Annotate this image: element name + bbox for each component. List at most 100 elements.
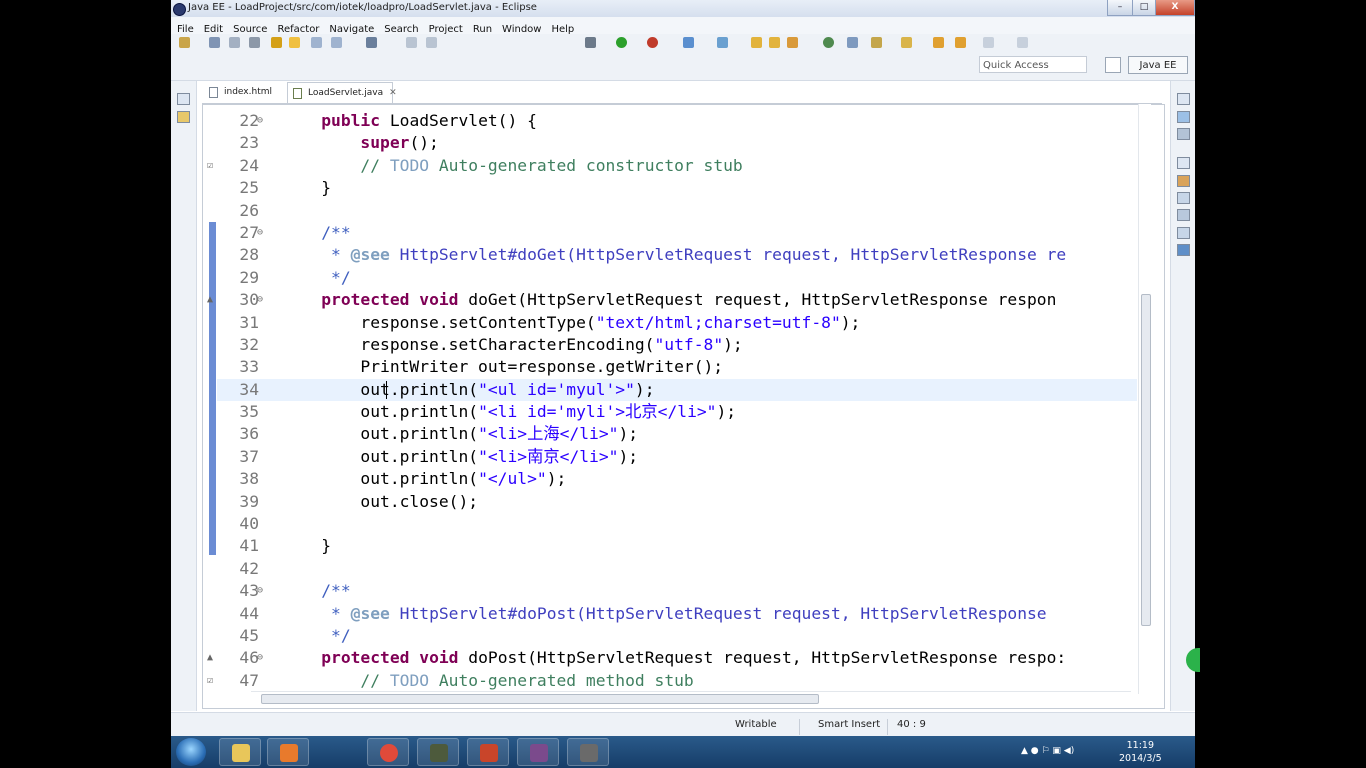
- web-browser-icon[interactable]: [823, 37, 834, 48]
- clock-date: 2014/3/5: [1119, 753, 1162, 764]
- taskbar-app-chrome[interactable]: [367, 738, 409, 766]
- code-line[interactable]: 44 * @see HttpServlet#doPost(HttpServlet…: [217, 603, 1137, 625]
- code-line[interactable]: 28 * @see HttpServlet#doGet(HttpServletR…: [217, 244, 1137, 266]
- taskbar-app-powerpoint[interactable]: [467, 738, 509, 766]
- close-tab-icon[interactable]: ✕: [389, 88, 397, 98]
- outline-icon[interactable]: [1177, 111, 1190, 123]
- servers-icon[interactable]: [1177, 209, 1190, 221]
- fold-toggle-icon[interactable]: ⊖: [257, 647, 263, 669]
- forward-icon[interactable]: [426, 37, 437, 48]
- external-tools-icon[interactable]: [717, 37, 728, 48]
- taskbar-clock[interactable]: 11:19 2014/3/5: [1119, 739, 1162, 765]
- restore-bottom-icon[interactable]: [1177, 157, 1190, 169]
- new-icon[interactable]: [179, 37, 190, 48]
- quick-access-input[interactable]: Quick Access: [979, 56, 1087, 73]
- search-icon[interactable]: [847, 37, 858, 48]
- code-text: out.close();: [282, 491, 478, 513]
- code-text: PrintWriter out=response.getWriter();: [282, 356, 723, 378]
- save-icon[interactable]: [209, 37, 220, 48]
- code-line[interactable]: 40: [217, 513, 1137, 535]
- code-line[interactable]: 41 }: [217, 535, 1137, 557]
- next-annotation-icon[interactable]: [366, 37, 377, 48]
- fold-toggle-icon[interactable]: ⊖: [257, 110, 263, 132]
- nav-forward-icon[interactable]: [955, 37, 966, 48]
- code-line[interactable]: 42: [217, 558, 1137, 580]
- fold-toggle-icon[interactable]: ⊖: [257, 222, 263, 244]
- code-line[interactable]: 31 response.setContentType("text/html;ch…: [217, 312, 1137, 334]
- code-line[interactable]: ☑ 47 // TODO Auto-generated method stub: [207, 670, 1137, 692]
- markers-icon[interactable]: [1177, 175, 1190, 187]
- console-icon[interactable]: [1177, 244, 1190, 256]
- annotation-icon[interactable]: [901, 37, 912, 48]
- code-line[interactable]: 25 }: [217, 177, 1137, 199]
- start-button[interactable]: [176, 738, 206, 766]
- maximize-button[interactable]: □: [1132, 0, 1156, 16]
- code-line[interactable]: 27 ⊖ /**: [217, 222, 1137, 244]
- run-icon[interactable]: [616, 37, 627, 48]
- code-line[interactable]: 36 out.println("<li>上海</li>");: [217, 423, 1137, 445]
- code-line[interactable]: 38 out.println("</ul>");: [217, 468, 1137, 490]
- horizontal-scroll-thumb[interactable]: [261, 694, 819, 704]
- save-all-icon[interactable]: [229, 37, 240, 48]
- pin-icon[interactable]: [1017, 37, 1028, 48]
- taskbar-app-video[interactable]: [417, 738, 459, 766]
- code-line[interactable]: 32 response.setCharacterEncoding("utf-8"…: [217, 334, 1137, 356]
- last-edit-icon[interactable]: [983, 37, 994, 48]
- line-number: 34: [239, 379, 259, 399]
- code-line[interactable]: 22 ⊖ public LoadServlet() {: [217, 110, 1137, 132]
- open-type-icon[interactable]: [271, 37, 282, 48]
- code-line[interactable]: ▲ 30 ⊖ protected void doGet(HttpServletReq…: [207, 289, 1137, 311]
- taskbar-app-eclipse[interactable]: [517, 738, 559, 766]
- code-line[interactable]: 26: [217, 200, 1137, 222]
- code-token: /**: [321, 581, 351, 601]
- fold-toggle-icon[interactable]: ⊖: [257, 580, 263, 602]
- taskbar-app-tool[interactable]: [567, 738, 609, 766]
- nav-back-icon[interactable]: [933, 37, 944, 48]
- perspective-java-ee[interactable]: Java EE: [1128, 56, 1188, 74]
- restore-right-icon[interactable]: [1177, 93, 1190, 105]
- open-perspective-icon[interactable]: [1105, 57, 1121, 73]
- code-line[interactable]: 39 out.close();: [217, 491, 1137, 513]
- properties-icon[interactable]: [1177, 192, 1190, 204]
- toggle-mark-icon[interactable]: [311, 37, 322, 48]
- code-text: response.setContentType("text/html;chars…: [282, 312, 860, 334]
- close-button[interactable]: X: [1155, 0, 1195, 16]
- new-java-project-icon[interactable]: [751, 37, 762, 48]
- code-token: );: [840, 312, 861, 332]
- back-icon[interactable]: [406, 37, 417, 48]
- code-line[interactable]: 45 */: [217, 625, 1137, 647]
- horizontal-scrollbar[interactable]: [251, 691, 1131, 704]
- code-line[interactable]: ▲ 46 ⊖ protected void doPost(HttpServletRe…: [207, 647, 1137, 669]
- restore-icon[interactable]: [177, 93, 190, 105]
- code-line[interactable]: 34 out.println("<ul id='myul'>");: [217, 378, 1137, 402]
- code-line[interactable]: 23 super();: [217, 132, 1137, 154]
- debug-settings-icon[interactable]: [585, 37, 596, 48]
- highlight-icon[interactable]: [289, 37, 300, 48]
- debug-icon[interactable]: [647, 37, 658, 48]
- print-icon[interactable]: [249, 37, 260, 48]
- code-line[interactable]: 29 */: [217, 267, 1137, 289]
- code-line[interactable]: 43 ⊖ /**: [217, 580, 1137, 602]
- show-whitespace-icon[interactable]: [331, 37, 342, 48]
- code-text: super();: [282, 132, 438, 154]
- code-line[interactable]: 35 out.println("<li id='myli'>北京</li>");: [217, 401, 1137, 423]
- minimize-button[interactable]: –: [1107, 0, 1133, 16]
- system-tray-icons[interactable]: ▲ ● ⚐ ▣ ◀): [1021, 746, 1074, 756]
- package-explorer-icon[interactable]: [177, 111, 190, 123]
- new-class-icon[interactable]: [787, 37, 798, 48]
- code-editor[interactable]: 22 ⊖ public LoadServlet() {23 super(); ☑ 24…: [202, 104, 1165, 709]
- code-line[interactable]: 33 PrintWriter out=response.getWriter();: [217, 356, 1137, 378]
- task-list-icon[interactable]: [1177, 128, 1190, 140]
- fold-toggle-icon[interactable]: ⊖: [257, 289, 263, 311]
- code-line[interactable]: ☑ 24 // TODO Auto-generated constructor s…: [207, 155, 1137, 177]
- tab-loadservlet-java[interactable]: LoadServlet.java ✕: [287, 82, 397, 103]
- comment-token: //: [360, 670, 390, 690]
- new-package-icon[interactable]: [769, 37, 780, 48]
- tab-index-html[interactable]: index.html: [204, 82, 284, 103]
- server-icon[interactable]: [683, 37, 694, 48]
- code-line[interactable]: 37 out.println("<li>南京</li>");: [217, 446, 1137, 468]
- taskbar-app-media[interactable]: [267, 738, 309, 766]
- data-source-icon[interactable]: [1177, 227, 1190, 239]
- open-task-icon[interactable]: [871, 37, 882, 48]
- taskbar-app-explorer[interactable]: [219, 738, 261, 766]
